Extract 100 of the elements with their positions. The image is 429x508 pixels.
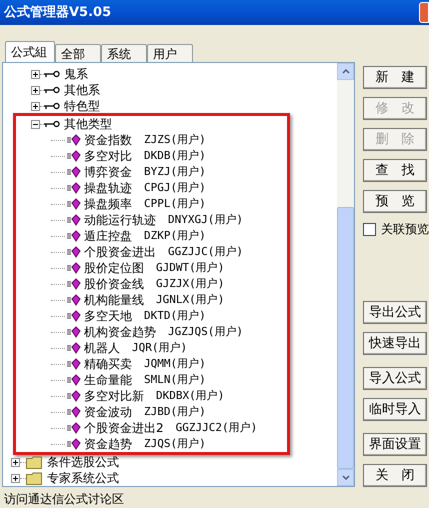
formula-icon <box>67 246 81 258</box>
action-button[interactable]: 导出公式 <box>363 301 427 324</box>
formula-name[interactable]: 资金趋势 <box>84 435 132 453</box>
formula-name[interactable]: 遁庄控盘 <box>84 227 132 245</box>
formula-code: GJDWT(用户) <box>156 260 224 276</box>
group-label[interactable]: 其他类型 <box>64 115 112 133</box>
formula-name[interactable]: 机器人 <box>84 339 120 357</box>
expand-icon[interactable] <box>31 70 40 78</box>
scrollbar[interactable] <box>337 63 354 486</box>
formula-code: JGNLX(用户) <box>156 292 224 308</box>
collapse-icon[interactable] <box>31 120 40 128</box>
formula-icon <box>67 198 81 210</box>
action-button[interactable]: 导入公式 <box>363 367 427 390</box>
checkbox-label: 关联预览 <box>381 221 429 238</box>
tab[interactable]: 公式組 <box>5 41 55 62</box>
formula-code: ZJZS(用户) <box>144 132 206 148</box>
formula-icon <box>67 262 81 274</box>
formula-code: GJZJX(用户) <box>156 276 224 292</box>
formula-icon <box>67 214 81 226</box>
key-icon <box>44 102 60 110</box>
formula-code: DZKP(用户) <box>144 228 206 244</box>
formula-name[interactable]: 操盘轨迹 <box>84 179 132 197</box>
formula-name[interactable]: 精确买卖 <box>84 355 132 373</box>
formula-name[interactable]: 操盘频率 <box>84 195 132 213</box>
folder-icon <box>26 456 42 468</box>
formula-icon <box>67 342 81 354</box>
group-label[interactable]: 鬼系 <box>64 65 88 83</box>
formula-icon <box>67 438 81 450</box>
formula-name[interactable]: 机构资金趋势 <box>84 323 156 341</box>
formula-icon <box>67 422 81 434</box>
formula-icon <box>67 166 81 178</box>
formula-name[interactable]: 生命量能 <box>84 371 132 389</box>
scroll-thumb[interactable] <box>337 207 354 469</box>
formula-code: DKTD(用户) <box>144 308 206 324</box>
formula-code: CPGJ(用户) <box>144 180 206 196</box>
expand-icon[interactable] <box>11 474 20 482</box>
formula-code: ZJBD(用户) <box>144 404 206 420</box>
key-icon <box>44 86 60 94</box>
action-button[interactable]: 关 闭 <box>363 464 427 487</box>
formula-icon <box>67 230 81 242</box>
formula-code: BYZJ(用户) <box>144 164 206 180</box>
formula-name[interactable]: 博弈资金 <box>84 163 132 181</box>
scroll-down-icon[interactable] <box>337 469 354 486</box>
group-label[interactable]: 特色型 <box>64 97 100 115</box>
close-icon[interactable] <box>419 2 429 23</box>
formula-icon <box>67 406 81 418</box>
formula-code: CPPL(用户) <box>144 196 206 212</box>
scroll-up-icon[interactable] <box>337 63 354 80</box>
formula-name[interactable]: 资金波动 <box>84 403 132 421</box>
formula-code: DNYXGJ(用户) <box>168 212 243 228</box>
formula-icon <box>67 310 81 322</box>
formula-icon <box>67 182 81 194</box>
action-button[interactable]: 临时导入 <box>363 398 427 421</box>
formula-code: ZJQS(用户) <box>144 436 206 452</box>
formula-name[interactable]: 股价资金线 <box>84 275 144 293</box>
formula-code: DKDBX(用户) <box>156 388 224 404</box>
tab[interactable]: 全部 <box>55 44 101 62</box>
formula-icon <box>67 150 81 162</box>
formula-code: GGZJJC(用户) <box>168 244 243 260</box>
action-button[interactable]: 预 览 <box>363 190 427 213</box>
formula-code: DKDB(用户) <box>144 148 206 164</box>
expand-icon[interactable] <box>11 458 20 466</box>
formula-icon <box>67 374 81 386</box>
action-button[interactable]: 新 建 <box>363 66 427 89</box>
key-icon <box>44 120 60 128</box>
formula-name[interactable]: 资金指数 <box>84 131 132 149</box>
formula-code: JQR(用户) <box>132 340 188 356</box>
group-label[interactable]: 其他系 <box>64 81 100 99</box>
formula-name[interactable]: 多空对比新 <box>84 387 144 405</box>
formula-code: JQMM(用户) <box>144 356 206 372</box>
formula-code: SMLN(用户) <box>144 372 206 388</box>
formula-code: GGZJJC2(用户) <box>176 420 258 436</box>
formula-name[interactable]: 多空天地 <box>84 307 132 325</box>
action-button[interactable]: 查 找 <box>363 159 427 182</box>
formula-icon <box>67 278 81 290</box>
folder-label[interactable]: 专家系统公式 <box>47 469 119 486</box>
formula-name[interactable]: 个股资金进出2 <box>84 419 164 437</box>
formula-name[interactable]: 动能运行轨迹 <box>84 211 156 229</box>
formula-code: JGZJQS(用户) <box>168 324 243 340</box>
expand-icon[interactable] <box>31 102 40 110</box>
expand-icon[interactable] <box>31 86 40 94</box>
formula-icon <box>67 390 81 402</box>
action-button[interactable]: 界面设置 <box>363 433 427 456</box>
key-icon <box>44 70 60 78</box>
formula-name[interactable]: 机构能量线 <box>84 291 144 309</box>
formula-name[interactable]: 多空对比 <box>84 147 132 165</box>
formula-icon <box>67 358 81 370</box>
action-button[interactable]: 快速导出 <box>363 332 427 355</box>
formula-icon <box>67 294 81 306</box>
window-title: 公式管理器V5.05 <box>4 4 112 22</box>
formula-name[interactable]: 股价定位图 <box>84 259 144 277</box>
formula-icon <box>67 134 81 146</box>
tab[interactable]: 用户 <box>147 44 193 62</box>
folder-label[interactable]: 条件选股公式 <box>47 453 119 471</box>
formula-name[interactable]: 个股资金进出 <box>84 243 156 261</box>
tab[interactable]: 系统 <box>101 44 147 62</box>
formula-icon <box>67 326 81 338</box>
folder-icon <box>26 472 42 484</box>
checkbox[interactable] <box>363 222 376 236</box>
status-text[interactable]: 访问通达信公式讨论区 <box>2 490 355 508</box>
